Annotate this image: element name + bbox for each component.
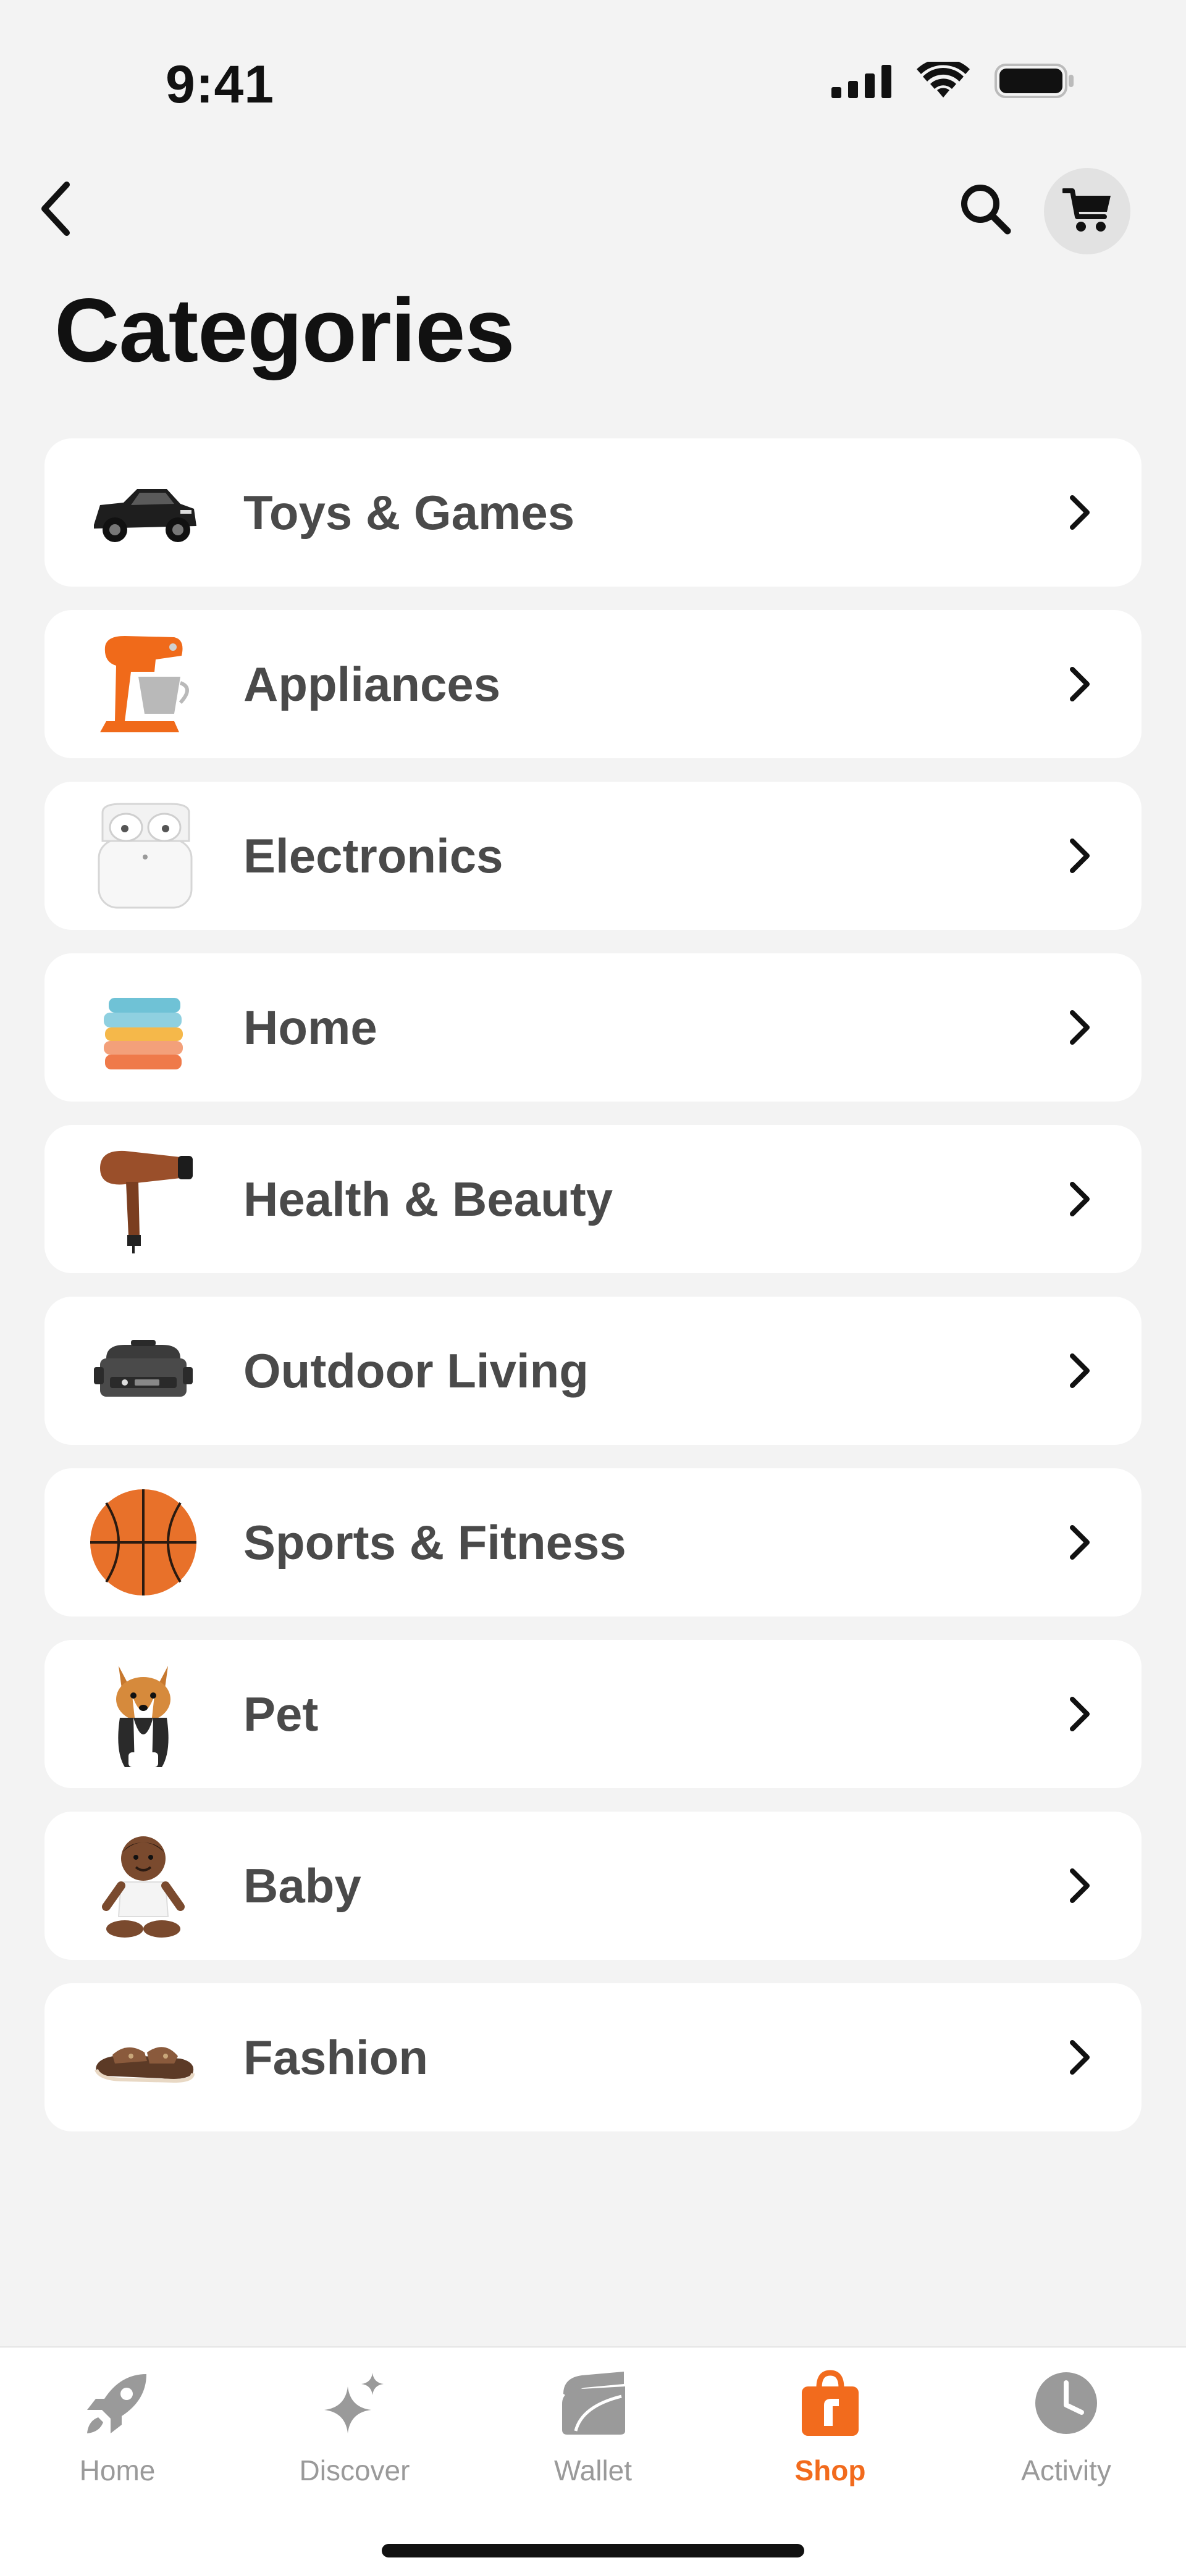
clock-icon xyxy=(1029,2366,1103,2440)
corgi-image xyxy=(88,1658,199,1770)
stand-mixer-image xyxy=(88,629,199,740)
tab-home[interactable]: Home xyxy=(25,2366,210,2508)
toy-car-image xyxy=(88,457,199,568)
chevron-right-icon xyxy=(1055,1003,1104,1052)
page-title: Categories xyxy=(54,280,515,380)
category-row-baby[interactable]: Baby xyxy=(44,1812,1142,1960)
category-row-appliances[interactable]: Appliances xyxy=(44,610,1142,758)
chevron-right-icon xyxy=(1055,2033,1104,2082)
category-list: Toys & Games Appliances Electronics Home… xyxy=(44,438,1142,2155)
wallet-icon xyxy=(556,2366,630,2440)
baby-image xyxy=(88,1830,199,1941)
cellular-signal-icon xyxy=(831,64,892,101)
hair-dryer-image xyxy=(88,1144,199,1255)
tab-activity[interactable]: Activity xyxy=(974,2366,1159,2508)
basketball-image xyxy=(88,1487,199,1598)
tab-bar: Home Discover Wallet Shop Activity xyxy=(0,2346,1186,2576)
category-label: Electronics xyxy=(243,829,503,883)
tab-label: Activity xyxy=(1021,2454,1111,2486)
chevron-right-icon xyxy=(1055,1861,1104,1910)
category-label: Home xyxy=(243,1000,377,1055)
tab-label: Discover xyxy=(299,2454,410,2486)
category-row-sports-fitness[interactable]: Sports & Fitness xyxy=(44,1468,1142,1616)
chevron-right-icon xyxy=(1055,659,1104,709)
category-label: Outdoor Living xyxy=(243,1344,589,1398)
tab-discover[interactable]: Discover xyxy=(262,2366,447,2508)
chevron-right-icon xyxy=(1055,1518,1104,1567)
status-icons xyxy=(831,58,1075,103)
search-icon xyxy=(959,183,1011,238)
sparkle-icon xyxy=(318,2366,392,2440)
rocket-icon xyxy=(80,2366,154,2440)
sandal-image xyxy=(88,2002,199,2113)
category-row-outdoor-living[interactable]: Outdoor Living xyxy=(44,1297,1142,1445)
category-label: Pet xyxy=(243,1687,319,1741)
category-label: Baby xyxy=(243,1859,361,1913)
tab-label: Shop xyxy=(794,2454,866,2486)
tab-label: Home xyxy=(79,2454,156,2486)
grill-image xyxy=(88,1315,199,1426)
home-indicator xyxy=(382,2544,804,2557)
tab-label: Wallet xyxy=(553,2454,633,2486)
category-row-home[interactable]: Home xyxy=(44,953,1142,1102)
category-row-electronics[interactable]: Electronics xyxy=(44,782,1142,930)
back-button[interactable] xyxy=(25,179,86,241)
top-nav xyxy=(0,161,1186,259)
category-label: Sports & Fitness xyxy=(243,1515,626,1570)
category-label: Fashion xyxy=(243,2030,429,2085)
chevron-right-icon xyxy=(1055,1689,1104,1739)
category-label: Appliances xyxy=(243,657,501,711)
tab-wallet[interactable]: Wallet xyxy=(500,2366,686,2508)
chevron-right-icon xyxy=(1055,1346,1104,1395)
towels-image xyxy=(88,972,199,1083)
category-row-health-beauty[interactable]: Health & Beauty xyxy=(44,1125,1142,1273)
wifi-icon xyxy=(917,58,970,103)
category-label: Health & Beauty xyxy=(243,1172,613,1226)
status-time: 9:41 xyxy=(166,55,275,114)
category-row-pet[interactable]: Pet xyxy=(44,1640,1142,1788)
battery-icon xyxy=(995,62,1075,102)
cart-icon xyxy=(1061,187,1112,236)
earbuds-case-image xyxy=(88,800,199,911)
status-bar: 9:41 xyxy=(0,0,1186,161)
chevron-left-icon xyxy=(38,181,73,240)
tab-shop[interactable]: Shop xyxy=(738,2366,923,2508)
chevron-right-icon xyxy=(1055,488,1104,537)
shopping-bag-icon xyxy=(793,2366,867,2440)
category-row-fashion[interactable]: Fashion xyxy=(44,1983,1142,2131)
search-button[interactable] xyxy=(951,179,1019,241)
category-label: Toys & Games xyxy=(243,485,575,540)
category-row-toys-games[interactable]: Toys & Games xyxy=(44,438,1142,587)
chevron-right-icon xyxy=(1055,831,1104,880)
cart-button[interactable] xyxy=(1044,168,1130,254)
chevron-right-icon xyxy=(1055,1174,1104,1224)
